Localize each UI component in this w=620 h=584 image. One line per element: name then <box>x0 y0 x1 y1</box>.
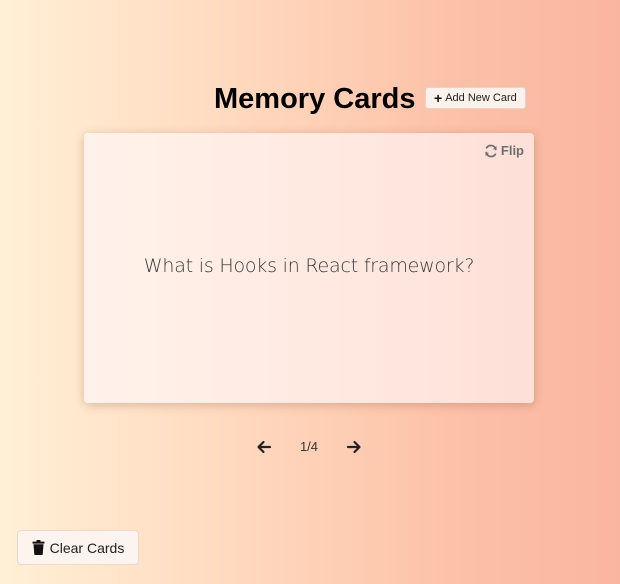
page-title: Memory Cards <box>214 83 416 115</box>
card-navigation: 1/4 <box>0 435 620 459</box>
card-counter: 1/4 <box>299 439 319 454</box>
card-question: What is Hooks in React framework? <box>143 255 475 277</box>
prev-card-button[interactable] <box>255 438 273 456</box>
clear-cards-label: Clear Cards <box>49 539 125 556</box>
arrow-right-icon <box>345 440 363 460</box>
flip-label: Flip <box>500 143 524 158</box>
flip-button[interactable]: Flip <box>484 143 524 158</box>
arrow-left-icon <box>255 440 273 460</box>
add-new-card-button[interactable]: + Add New Card <box>425 87 526 109</box>
plus-icon: + <box>434 90 443 106</box>
trash-icon <box>32 540 45 555</box>
clear-cards-button[interactable]: Clear Cards <box>17 530 139 565</box>
next-card-button[interactable] <box>345 438 363 456</box>
header: Memory Cards + Add New Card <box>0 78 620 120</box>
add-new-card-label: Add New Card <box>445 92 517 104</box>
memory-card[interactable]: Flip What is Hooks in React framework? <box>84 133 534 403</box>
sync-icon <box>484 144 498 158</box>
